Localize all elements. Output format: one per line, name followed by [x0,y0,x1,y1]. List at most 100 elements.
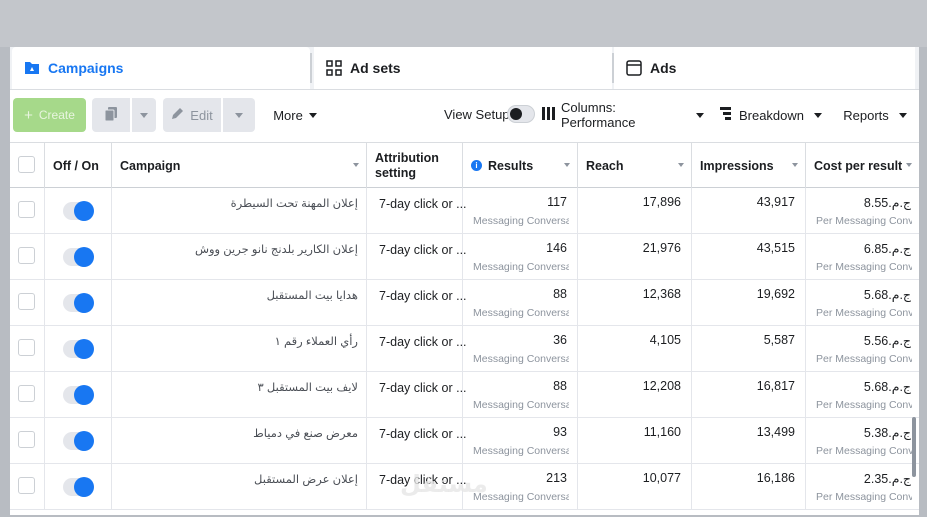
row-checkbox[interactable] [18,477,35,494]
reach-cell: 17,896 [578,188,692,233]
campaign-name-cell[interactable]: لايف بيت المستقبل ٣ [112,372,367,417]
row-toggle-cell [45,464,112,509]
edit-dropdown-button[interactable] [223,98,255,132]
table-row[interactable]: إعلان الكارير بلدنج نانو جرين ووش 7-day c… [10,234,919,280]
campaign-on-off-toggle[interactable] [63,477,94,497]
campaign-name[interactable]: هدايا بيت المستقبل [267,288,358,302]
row-checkbox[interactable] [18,201,35,218]
select-all-checkbox[interactable] [18,156,35,173]
header-results[interactable]: i Results [463,143,578,188]
table-row[interactable]: إعلان المهنة تحت السيطرة 7-day click or .… [10,188,919,234]
campaign-name[interactable]: لايف بيت المستقبل ٣ [258,380,358,394]
campaign-name-cell[interactable]: إعلان المهنة تحت السيطرة [112,188,367,233]
columns-button[interactable]: Columns: Performance [542,98,704,132]
cost-cell: ج.م.6.85 Per Messaging Conv... [806,234,919,279]
row-toggle-cell [45,280,112,325]
duplicate-dropdown-button[interactable] [132,98,156,132]
impressions-value: 16,817 [756,379,795,393]
reach-cell: 21,976 [578,234,692,279]
breakdown-icon [719,107,733,123]
table-row[interactable]: معرض صنع في دمياط 7-day click or ... 93 Mes… [10,418,919,464]
row-select [10,372,45,417]
reach-cell: 4,105 [578,326,692,371]
header-cost-per-result[interactable]: Cost per result [806,143,919,188]
campaign-name-cell[interactable]: رأي العملاء رقم ١ [112,326,367,371]
toolbar: + Create Edit More View Setup Columns: P… [10,89,919,141]
table-row[interactable]: رأي العملاء رقم ١ 7-day click or ... 36 Mes… [10,326,919,372]
reach-cell: 11,160 [578,418,692,463]
cost-type: Per Messaging Conv... [816,445,912,457]
breakdown-label: Breakdown [738,107,805,123]
campaign-name-cell[interactable]: إعلان الكارير بلدنج نانو جرين ووش [112,234,367,279]
impressions-value: 5,587 [763,333,795,347]
tab-campaigns[interactable]: Campaigns [12,47,310,89]
duplicate-button[interactable] [92,98,130,132]
row-checkbox[interactable] [18,293,35,310]
header-select-all[interactable] [10,143,45,188]
row-checkbox[interactable] [18,431,35,448]
tab-ads[interactable]: Ads [614,47,915,89]
row-select [10,326,45,371]
create-button[interactable]: + Create [13,98,86,132]
reach-cell: 12,368 [578,280,692,325]
tab-campaigns-label: Campaigns [48,60,124,76]
header-reach[interactable]: Reach [578,143,692,188]
cost-cell: ج.م.5.68 Per Messaging Conv... [806,372,919,417]
campaign-on-off-toggle[interactable] [63,247,94,267]
row-checkbox[interactable] [18,339,35,356]
results-value: 93 [553,425,567,439]
impressions-value: 43,515 [756,241,795,255]
row-checkbox[interactable] [18,247,35,264]
campaign-on-off-toggle[interactable] [63,201,94,221]
row-toggle-cell [45,234,112,279]
campaign-on-off-toggle[interactable] [63,293,94,313]
header-attribution[interactable]: Attribution setting [367,143,463,188]
reach-cell: 12,208 [578,372,692,417]
campaign-name[interactable]: رأي العملاء رقم ١ [275,334,358,348]
scrollbar[interactable] [912,417,916,477]
reach-value: 10,077 [642,471,681,485]
reports-button[interactable]: Reports [836,98,914,132]
attribution-cell: 7-day click or ... [367,372,467,417]
cost-cell: ج.م.8.55 Per Messaging Conv... [806,188,919,233]
tab-divider [310,53,312,83]
edit-button[interactable]: Edit [163,98,221,132]
campaign-on-off-toggle[interactable] [63,385,94,405]
header-impressions[interactable]: Impressions [692,143,806,188]
campaign-name[interactable]: إعلان المهنة تحت السيطرة [231,196,358,210]
table-row[interactable]: لايف بيت المستقبل ٣ 7-day click or ... 88 M… [10,372,919,418]
plus-icon: + [24,106,33,124]
campaign-name[interactable]: إعلان الكارير بلدنج نانو جرين ووش [195,242,358,256]
campaign-name[interactable]: معرض صنع في دمياط [253,426,358,440]
campaign-name-cell[interactable]: معرض صنع في دمياط [112,418,367,463]
campaign-on-off-toggle[interactable] [63,431,94,451]
chevron-down-icon [898,112,907,118]
columns-icon [542,107,555,123]
tab-ad-sets[interactable]: Ad sets [314,47,612,89]
chevron-down-icon [814,112,823,118]
watermark: مستقل [400,471,488,498]
impressions-value: 16,186 [756,471,795,485]
results-value: 146 [546,241,567,255]
chevron-down-icon [140,112,148,118]
table-row[interactable]: هدايا بيت المستقبل 7-day click or ... 88 Me… [10,280,919,326]
campaign-on-off-toggle[interactable] [63,339,94,359]
more-button[interactable]: More [264,98,326,132]
campaign-name[interactable]: إعلان عرض المستقبل [254,472,358,486]
row-toggle-cell [45,326,112,371]
cost-type: Per Messaging Conv... [816,353,912,365]
breakdown-button[interactable]: Breakdown [716,98,826,132]
campaign-name-cell[interactable]: إعلان عرض المستقبل [112,464,367,509]
row-toggle-cell [45,188,112,233]
cost-value: ج.م.5.38 [863,426,911,440]
row-select [10,234,45,279]
header-campaign[interactable]: Campaign [112,143,367,188]
campaign-name-cell[interactable]: هدايا بيت المستقبل [112,280,367,325]
cost-type: Per Messaging Conv... [816,215,912,227]
sort-icon [792,163,798,167]
results-cell: 117 Messaging Conversa... [463,188,578,233]
view-setup-toggle[interactable] [507,105,535,123]
more-label: More [273,107,303,123]
results-type: Messaging Conversa... [473,215,569,227]
row-checkbox[interactable] [18,385,35,402]
